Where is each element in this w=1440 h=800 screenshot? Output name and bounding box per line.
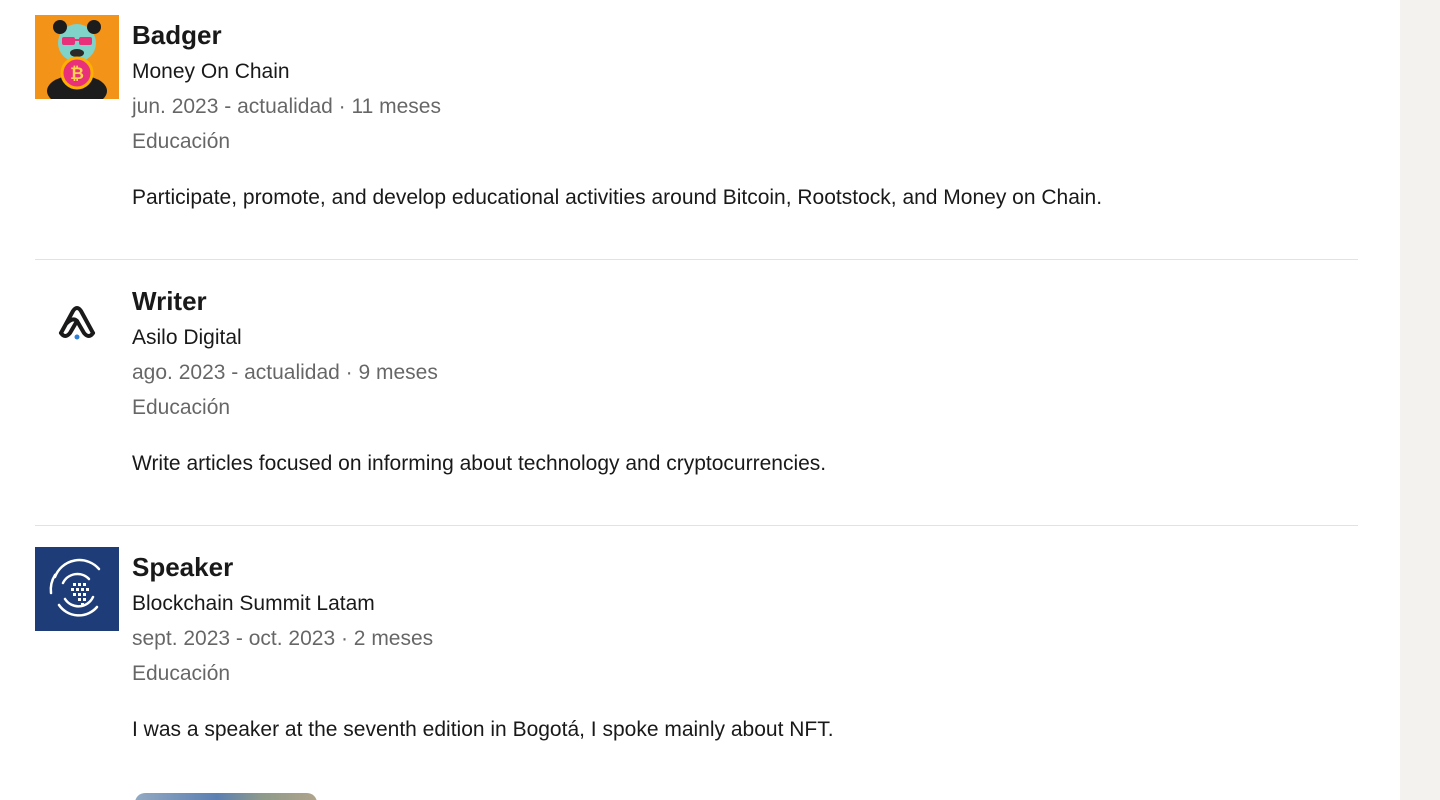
experience-details: Writer Asilo Digital ago. 2023 - actuali… — [132, 281, 1358, 480]
experience-description: Write articles focused on informing abou… — [132, 452, 827, 475]
money-on-chain-logo[interactable]: ₿ — [35, 15, 119, 99]
experience-details: Speaker Blockchain Summit Latam sept. 20… — [132, 547, 1358, 746]
experience-item-badger: ₿ Badger Money On Chain jun. 2023 - actu… — [35, 15, 1358, 245]
company-name[interactable]: Money On Chain — [132, 55, 1358, 90]
divider — [35, 259, 1358, 260]
experience-details: Badger Money On Chain jun. 2023 - actual… — [132, 15, 1358, 214]
role-title: Badger — [132, 20, 222, 50]
date-range: ago. 2023 - actualidad · 9 meses — [132, 361, 438, 384]
company-name[interactable]: Blockchain Summit Latam — [132, 587, 1358, 622]
media-thumbnail[interactable] — [135, 793, 317, 800]
role-title: Speaker — [132, 552, 234, 582]
asilo-digital-icon — [35, 281, 119, 365]
category-label: Educación — [132, 396, 231, 419]
blockchain-summit-globe-icon — [35, 547, 119, 631]
right-rail — [1400, 0, 1440, 800]
company-name[interactable]: Asilo Digital — [132, 321, 1358, 356]
divider — [35, 525, 1358, 526]
category-label: Educación — [132, 662, 231, 685]
role-title: Writer — [132, 286, 207, 316]
experience-description: I was a speaker at the seventh edition i… — [132, 718, 834, 741]
experience-description: Participate, promote, and develop educat… — [132, 186, 1103, 209]
blockchain-summit-logo[interactable] — [35, 547, 119, 631]
date-range: jun. 2023 - actualidad · 11 meses — [132, 95, 441, 118]
experience-item-writer: Writer Asilo Digital ago. 2023 - actuali… — [35, 281, 1358, 511]
panda-coin-icon: ₿ — [35, 15, 119, 99]
experience-item-speaker: Speaker Blockchain Summit Latam sept. 20… — [35, 547, 1358, 787]
svg-text:₿: ₿ — [70, 64, 84, 84]
asilo-digital-logo[interactable] — [35, 281, 119, 365]
category-label: Educación — [132, 130, 231, 153]
date-range: sept. 2023 - oct. 2023 · 2 meses — [132, 627, 434, 650]
experience-page: ₿ Badger Money On Chain jun. 2023 - actu… — [0, 0, 1440, 800]
